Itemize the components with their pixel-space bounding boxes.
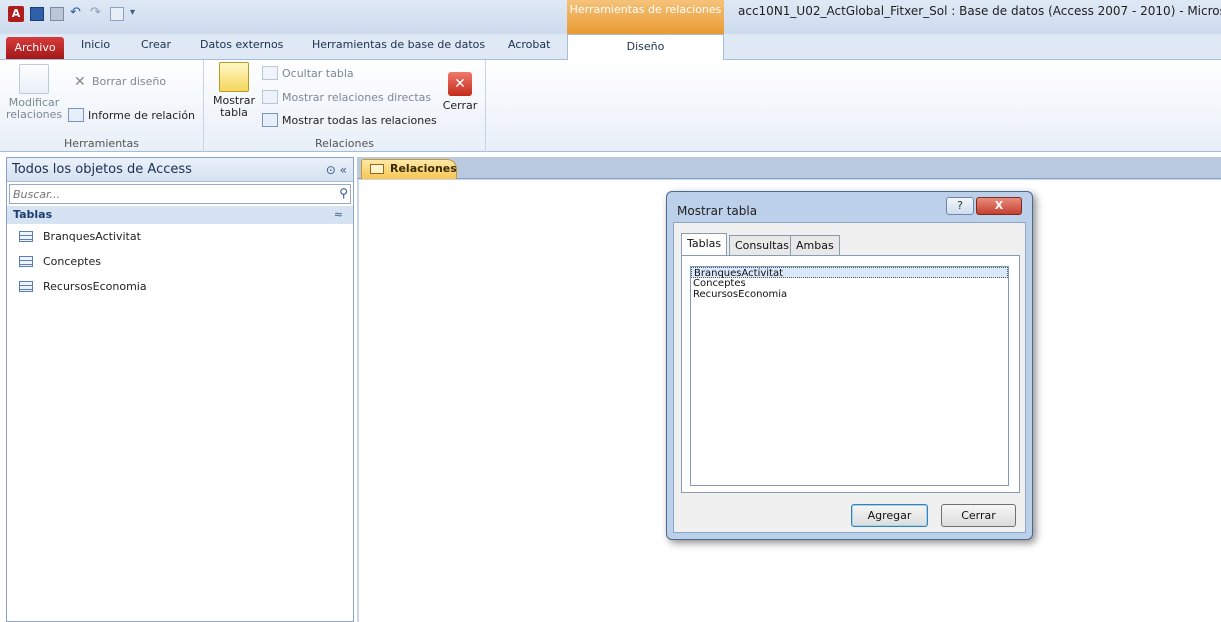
dialog-body: Tablas Consultas Ambas BranquesActivitat… [673, 222, 1026, 533]
tab-database-tools[interactable]: Herramientas de base de datos [312, 38, 485, 51]
close-button[interactable]: Cerrar [941, 504, 1016, 527]
nav-item-branquesactivitat[interactable]: BranquesActivitat [7, 224, 353, 249]
help-icon[interactable]: ? [946, 197, 974, 215]
ribbon-tabs: Archivo Inicio Crear Datos externos Herr… [0, 34, 1221, 60]
tables-panel: BranquesActivitat Conceptes RecursosEcon… [681, 255, 1020, 493]
close-relations-button[interactable]: ✕ Cerrar [440, 72, 480, 112]
table-icon [19, 256, 33, 267]
tab-ambas[interactable]: Ambas [790, 235, 840, 256]
tab-external-data[interactable]: Datos externos [200, 38, 283, 51]
direct-relations-icon [262, 90, 278, 104]
table-icon [19, 281, 33, 292]
nav-item-conceptes[interactable]: Conceptes [7, 249, 353, 274]
save-icon[interactable] [30, 7, 44, 21]
list-item[interactable]: BranquesActivitat [691, 267, 1008, 279]
print-preview-icon[interactable] [110, 7, 124, 21]
group-relations: Mostrar tabla Ocultar tabla Mostrar rela… [204, 60, 486, 152]
access-app-icon[interactable]: A [8, 6, 24, 22]
ribbon: Modificar relaciones ✕ Borrar diseño Inf… [0, 60, 1221, 152]
tab-file[interactable]: Archivo [6, 37, 64, 59]
dialog-close-button[interactable]: X [976, 197, 1022, 215]
relations-icon [370, 164, 384, 174]
document-tab-bar: Relaciones [357, 157, 1221, 179]
window-title: acc10N1_U02_ActGlobal_Fitxer_Sol : Base … [738, 4, 1221, 18]
add-button[interactable]: Agregar [851, 504, 928, 527]
tab-create[interactable]: Crear [141, 38, 171, 51]
relation-report-button[interactable]: Informe de relación [68, 108, 195, 122]
group-tools-label: Herramientas [64, 137, 139, 150]
show-table-button[interactable]: Mostrar tabla [212, 62, 256, 119]
tab-relaciones[interactable]: Relaciones [361, 159, 457, 179]
nav-controls[interactable]: ⊙ « [326, 158, 347, 182]
edit-relations-button[interactable]: Modificar relaciones [6, 64, 62, 121]
all-relations-icon [262, 113, 278, 127]
list-item[interactable]: Conceptes [691, 278, 1008, 289]
hide-table-icon [262, 66, 278, 80]
collapse-chevron-icon[interactable]: ≈ [334, 206, 343, 224]
search-input[interactable] [10, 185, 350, 203]
navigation-pane: Todos los objetos de Access ⊙ « ⚲ Tablas… [6, 157, 354, 622]
search-icon[interactable]: ⚲ [339, 186, 348, 200]
show-table-icon [219, 62, 249, 92]
nav-header[interactable]: Todos los objetos de Access ⊙ « [7, 158, 353, 182]
direct-relations-button[interactable]: Mostrar relaciones directas [262, 90, 431, 104]
nav-group-tables[interactable]: Tablas ≈ [7, 206, 353, 224]
format-icon[interactable] [50, 7, 64, 21]
tab-tablas[interactable]: Tablas [681, 233, 728, 256]
clear-layout-button[interactable]: ✕ Borrar diseño [74, 74, 166, 90]
tab-consultas[interactable]: Consultas [729, 235, 795, 256]
nav-title: Todos los objetos de Access [12, 162, 192, 177]
tables-listbox[interactable]: BranquesActivitat Conceptes RecursosEcon… [690, 266, 1009, 486]
edit-relations-icon [19, 64, 49, 94]
show-table-dialog: Mostrar tabla ? X Tablas Consultas Ambas… [666, 191, 1033, 540]
tab-home[interactable]: Inicio [81, 38, 110, 51]
customize-qat-icon[interactable]: ▾ [130, 7, 144, 21]
group-relations-label: Relaciones [314, 137, 375, 150]
quick-access-toolbar: A ↶ ↷ ▾ [8, 6, 144, 22]
dialog-title: Mostrar tabla [677, 204, 758, 218]
redo-icon[interactable]: ↷ [90, 6, 104, 21]
hide-table-button[interactable]: Ocultar tabla [262, 66, 354, 80]
tab-design[interactable]: Diseño [567, 34, 724, 60]
report-icon [68, 108, 84, 122]
nav-item-recursoseconomia[interactable]: RecursosEconomia [7, 274, 353, 299]
all-relations-button[interactable]: Mostrar todas las relaciones [262, 113, 437, 127]
table-icon [19, 231, 33, 242]
clear-x-icon: ✕ [74, 74, 86, 90]
list-item[interactable]: RecursosEconomia [691, 289, 1008, 300]
close-icon: ✕ [448, 72, 472, 96]
nav-search: ⚲ [9, 184, 351, 204]
title-bar: A ↶ ↷ ▾ Herramientas de relaciones acc10… [0, 0, 1221, 34]
undo-icon[interactable]: ↶ [70, 6, 84, 21]
group-tools: Modificar relaciones ✕ Borrar diseño Inf… [0, 60, 204, 152]
tab-acrobat[interactable]: Acrobat [508, 38, 550, 51]
relations-tools-context-label: Herramientas de relaciones [567, 0, 724, 34]
